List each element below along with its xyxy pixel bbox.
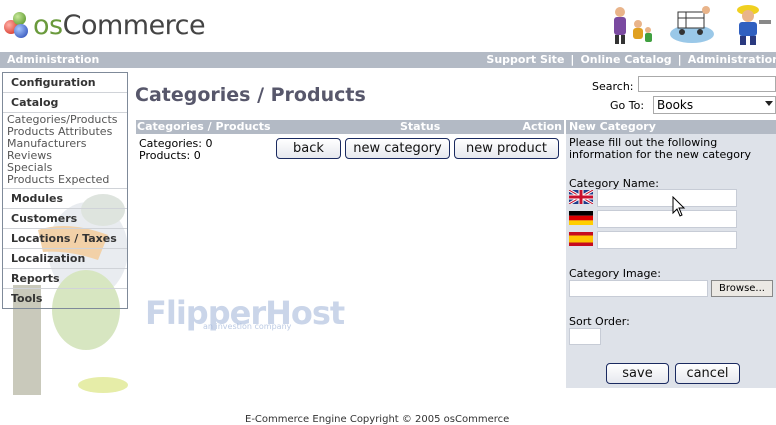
browse-button[interactable]: Browse... — [711, 280, 773, 297]
new-category-panel: New Category Please fill out the followi… — [566, 120, 776, 388]
spain-flag-icon — [569, 232, 593, 246]
dropdown-arrow-icon — [765, 101, 773, 106]
goto-label: Go To: — [610, 99, 645, 112]
admin-bar: Administration Support Site | Online Catal… — [0, 52, 776, 68]
products-count: Products: 0 — [139, 149, 201, 162]
menu-localization[interactable]: Localization — [3, 249, 127, 269]
administration-link[interactable]: Administration — [688, 53, 776, 66]
menu-locations-taxes[interactable]: Locations / Taxes — [3, 229, 127, 249]
goto-select-value: Books — [657, 98, 694, 112]
save-button[interactable]: save — [606, 363, 669, 384]
menu-catalog[interactable]: Catalog — [3, 93, 127, 113]
admin-bar-links: Support Site | Online Catalog | Administrati… — [486, 53, 776, 66]
category-image-file-input[interactable] — [569, 280, 708, 297]
cancel-button[interactable]: cancel — [675, 363, 740, 384]
online-catalog-link[interactable]: Online Catalog — [580, 53, 671, 66]
mouse-cursor-icon — [672, 196, 686, 217]
logo-text: osCommerce — [33, 9, 206, 41]
menu-reports[interactable]: Reports — [3, 269, 127, 289]
category-image-label: Category Image: — [569, 267, 661, 280]
goto-select[interactable]: Books — [653, 96, 776, 114]
menu-configuration[interactable]: Configuration — [3, 73, 127, 93]
search-label: Search: — [592, 80, 634, 93]
column-header-categories: Categories / Products — [137, 120, 271, 133]
new-product-button[interactable]: new product — [454, 138, 559, 159]
footer-copyright: E-Commerce Engine Copyright © 2005 osCom… — [245, 414, 510, 425]
counts: Categories: 0 Products: 0 — [139, 138, 213, 162]
new-category-button[interactable]: new category — [345, 138, 450, 159]
panel-intro: Please fill out the following informatio… — [569, 136, 751, 161]
menu-catalog-submenu: Categories/Products Products Attributes … — [3, 113, 127, 189]
oscommerce-logo[interactable]: osCommerce — [4, 8, 206, 42]
category-name-es-input[interactable] — [597, 231, 737, 249]
menu-item-products-expected[interactable]: Products Expected — [7, 174, 127, 186]
back-button[interactable]: back — [276, 138, 341, 159]
menu-tools[interactable]: Tools — [3, 289, 127, 308]
sort-order-label: Sort Order: — [569, 315, 630, 328]
family-illustration-icon — [614, 7, 652, 44]
menu-modules[interactable]: Modules — [3, 189, 127, 209]
support-site-link[interactable]: Support Site — [486, 53, 564, 66]
germany-flag-icon — [569, 211, 593, 225]
menu-customers[interactable]: Customers — [3, 209, 127, 229]
uk-flag-icon — [569, 190, 593, 204]
category-name-en-input[interactable] — [597, 189, 737, 207]
table-header: Categories / Products Status Action — [136, 120, 564, 134]
column-header-action: Action — [522, 120, 562, 133]
logo-balls-icon — [4, 10, 30, 40]
worker-illustration-icon — [737, 5, 771, 45]
panel-heading: New Category — [566, 120, 776, 134]
admin-bar-title: Administration — [7, 53, 100, 66]
sort-order-input[interactable] — [569, 328, 601, 345]
shopping-cart-illustration-icon — [670, 6, 714, 43]
watermark-tagline: an investion company — [203, 322, 292, 331]
page-title: Categories / Products — [135, 84, 366, 106]
category-name-de-input[interactable] — [597, 210, 737, 228]
search-input[interactable] — [638, 76, 776, 92]
column-header-status: Status — [400, 120, 441, 133]
sidebar-menu: Configuration Catalog Categories/Product… — [2, 72, 128, 309]
